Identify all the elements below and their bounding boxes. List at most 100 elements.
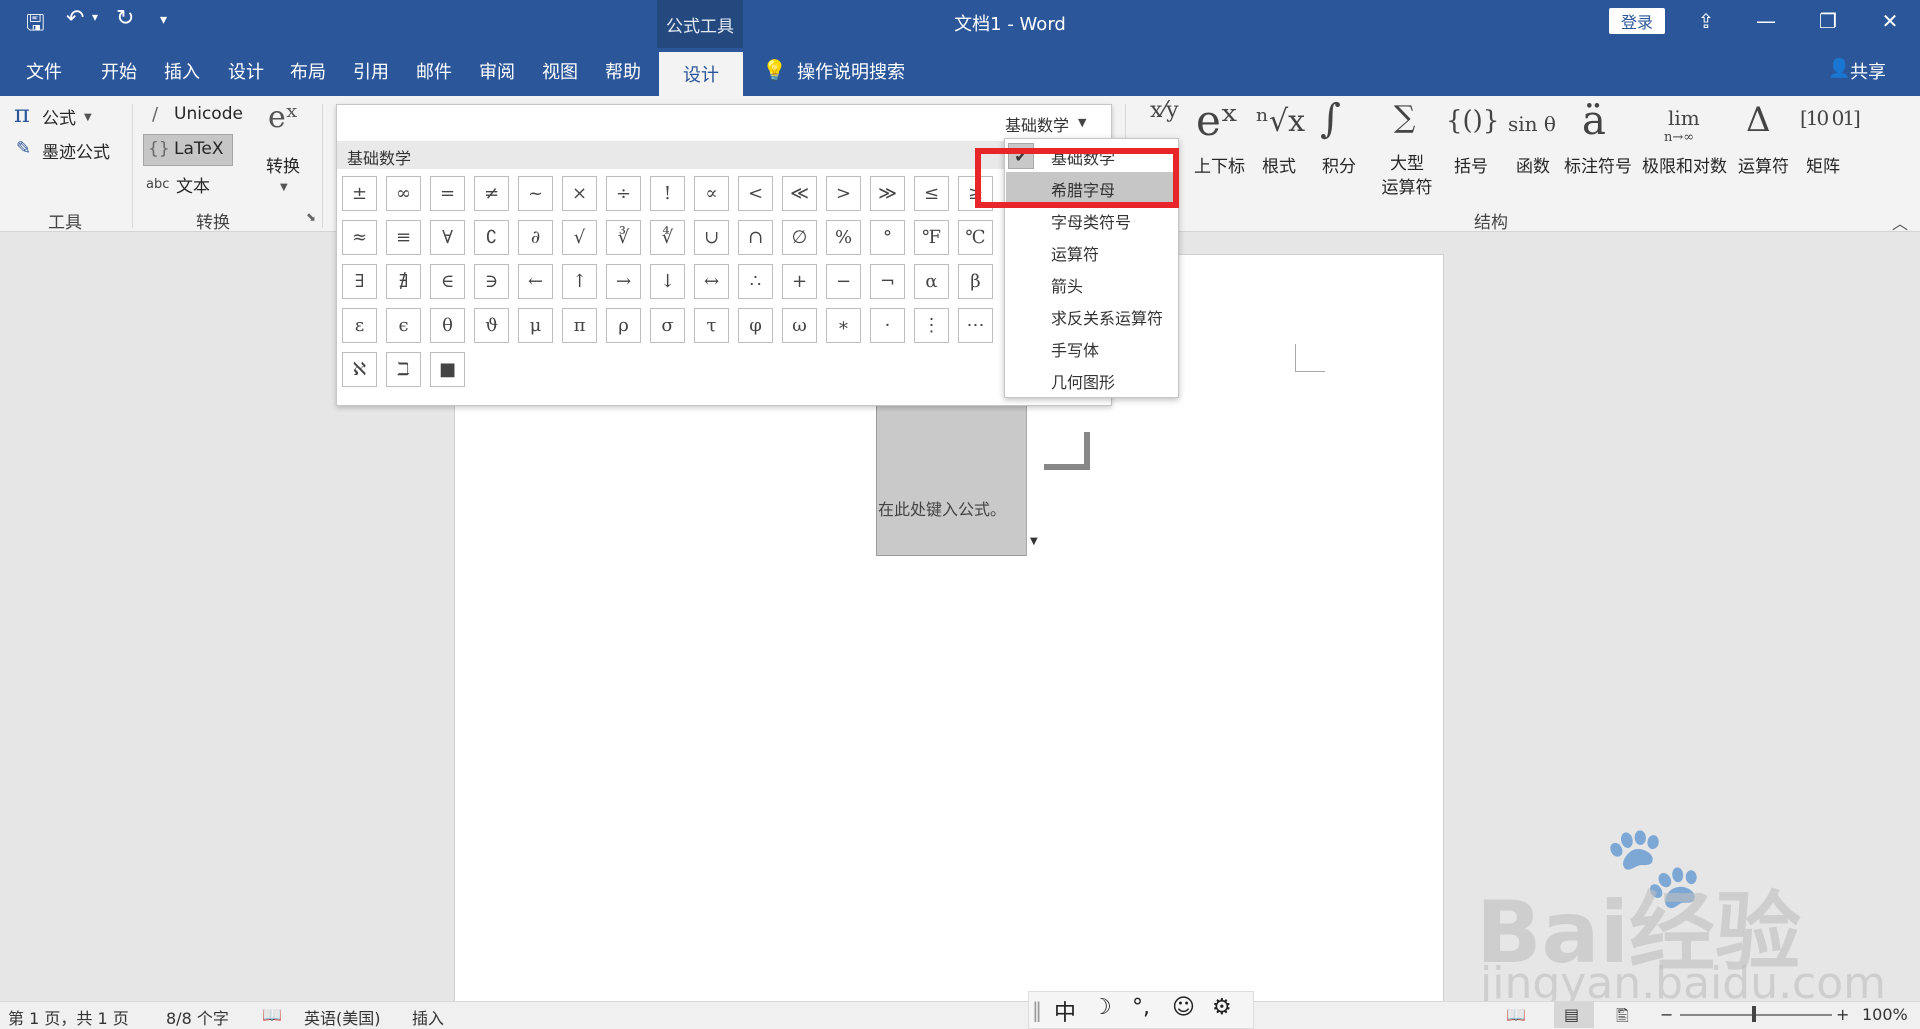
language[interactable]: 英语(美国) <box>304 1005 381 1029</box>
symbol-button[interactable]: ! <box>650 176 685 211</box>
symbol-button[interactable]: ϑ <box>474 308 509 343</box>
function-button[interactable]: 函数 <box>1516 152 1550 177</box>
symbol-button[interactable]: ω <box>782 308 817 343</box>
symbol-button[interactable]: ∝ <box>694 176 729 211</box>
script-icon[interactable]: eˣ <box>1196 96 1239 145</box>
symbol-button[interactable]: ∞ <box>386 176 421 211</box>
print-layout-icon[interactable]: ▤ <box>1564 1005 1579 1024</box>
undo-icon[interactable]: ↶ <box>66 6 84 31</box>
chevron-down-icon[interactable]: ▼ <box>1078 116 1086 129</box>
close-icon[interactable]: ✕ <box>1870 6 1910 36</box>
undo-dropdown-icon[interactable]: ▾ <box>92 10 98 24</box>
login-button[interactable]: 登录 <box>1609 8 1665 34</box>
symbol-button[interactable]: ℉ <box>914 220 949 255</box>
symbol-button[interactable]: ∅ <box>782 220 817 255</box>
symbol-button[interactable]: ∄ <box>386 264 421 299</box>
symbol-button[interactable]: √ <box>562 220 597 255</box>
bracket-button[interactable]: 括号 <box>1454 152 1488 177</box>
latex-button[interactable]: {} LaTeX <box>143 134 233 166</box>
gear-icon[interactable]: ⚙ <box>1212 995 1232 1020</box>
symbol-button[interactable]: ∈ <box>430 264 465 299</box>
tab-review[interactable]: 审阅 <box>479 58 515 84</box>
customize-icon[interactable]: ▾ <box>160 12 167 28</box>
dropdown-item-negated-relations[interactable]: 求反关系运算符 <box>1051 305 1163 329</box>
dropdown-item-geometry[interactable]: 几何图形 <box>1051 369 1115 393</box>
dialog-launcher-icon[interactable]: ⬊ <box>306 210 316 224</box>
word-count[interactable]: 8/8 个字 <box>166 1005 229 1029</box>
symbol-button[interactable]: ∁ <box>474 220 509 255</box>
minimize-icon[interactable]: — <box>1746 6 1786 36</box>
read-mode-icon[interactable]: 📖 <box>1506 1005 1526 1024</box>
dropdown-item-letter-like-symbols[interactable]: 字母类符号 <box>1051 209 1131 233</box>
symbol-button[interactable]: ~ <box>518 176 553 211</box>
symbol-button[interactable]: ± <box>342 176 377 211</box>
integral-icon[interactable]: ∫ <box>1320 96 1341 142</box>
symbol-button[interactable]: ∗ <box>826 308 861 343</box>
tab-design[interactable]: 设计 <box>228 58 264 84</box>
symbol-button[interactable]: = <box>430 176 465 211</box>
convert-icon[interactable]: eˣ <box>268 100 298 135</box>
symbol-button[interactable]: ℶ <box>386 352 421 387</box>
unicode-button[interactable]: Unicode <box>174 104 243 124</box>
tab-mailings[interactable]: 邮件 <box>416 58 452 84</box>
tab-file[interactable]: 文件 <box>26 58 62 84</box>
symbol-button[interactable]: > <box>826 176 861 211</box>
dropdown-item-operators[interactable]: 运算符 <box>1051 241 1099 265</box>
symbol-button[interactable]: ≫ <box>870 176 905 211</box>
symbol-button[interactable]: σ <box>650 308 685 343</box>
zoom-slider[interactable] <box>1680 1014 1832 1016</box>
symbol-button[interactable]: % <box>826 220 861 255</box>
integral-button[interactable]: 积分 <box>1322 152 1356 177</box>
symbol-button[interactable]: − <box>826 264 861 299</box>
punctuation-icon[interactable]: °, <box>1132 995 1150 1020</box>
bracket-icon[interactable]: {()} <box>1446 106 1499 136</box>
limit-log-button[interactable]: 极限和对数 <box>1642 152 1727 177</box>
proofing-icon[interactable]: 📖 <box>262 1005 282 1024</box>
dropdown-item-scripts[interactable]: 手写体 <box>1051 337 1099 361</box>
symbol-button[interactable]: ÷ <box>606 176 641 211</box>
symbol-button[interactable]: ∃ <box>342 264 377 299</box>
tab-layout[interactable]: 布局 <box>290 58 326 84</box>
symbol-button[interactable]: ∀ <box>430 220 465 255</box>
symbol-button[interactable]: ↑ <box>562 264 597 299</box>
equation-placeholder[interactable]: 在此处键入公式。 <box>878 496 1028 520</box>
symbol-button[interactable]: × <box>562 176 597 211</box>
symbol-button[interactable]: τ <box>694 308 729 343</box>
save-icon[interactable]: 🖫 <box>26 6 45 44</box>
symbol-button[interactable]: ∛ <box>606 220 641 255</box>
matrix-icon[interactable]: [10 01] <box>1800 106 1861 130</box>
symbol-button[interactable]: ≈ <box>342 220 377 255</box>
symbol-button[interactable]: ∪ <box>694 220 729 255</box>
symbol-button[interactable]: ↓ <box>650 264 685 299</box>
tab-view[interactable]: 视图 <box>542 58 578 84</box>
restore-icon[interactable]: ❐ <box>1808 6 1848 36</box>
convert-button[interactable]: 转换 <box>266 152 300 177</box>
symbol-button[interactable]: → <box>606 264 641 299</box>
ime-chinese-mode[interactable]: 中 <box>1054 995 1076 1027</box>
moon-icon[interactable]: ☽ <box>1092 995 1112 1020</box>
symbol-button[interactable]: ∩ <box>738 220 773 255</box>
symbol-button[interactable]: ∋ <box>474 264 509 299</box>
large-operator-icon[interactable]: ∑ <box>1394 100 1415 135</box>
symbol-button[interactable]: ℵ <box>342 352 377 387</box>
fraction-icon[interactable]: x⁄y <box>1150 98 1179 123</box>
symbol-button[interactable]: ≤ <box>914 176 949 211</box>
symbol-button[interactable]: < <box>738 176 773 211</box>
share-button[interactable]: 共享 <box>1850 58 1886 84</box>
symbol-button[interactable]: ¬ <box>870 264 905 299</box>
tab-insert[interactable]: 插入 <box>164 58 200 84</box>
symbol-button[interactable]: ↔ <box>694 264 729 299</box>
text-button[interactable]: 文本 <box>176 172 210 197</box>
symbol-button[interactable]: + <box>782 264 817 299</box>
symbol-button[interactable]: α <box>914 264 949 299</box>
symbol-button[interactable]: ≡ <box>386 220 421 255</box>
tab-references[interactable]: 引用 <box>353 58 389 84</box>
tab-equation-design[interactable]: 设计 <box>659 52 743 96</box>
symbol-button[interactable]: ρ <box>606 308 641 343</box>
symbol-button[interactable]: ∜ <box>650 220 685 255</box>
accent-button[interactable]: 标注符号 <box>1564 152 1632 177</box>
page-count[interactable]: 第 1 页，共 1 页 <box>8 1005 129 1029</box>
matrix-button[interactable]: 矩阵 <box>1806 152 1840 177</box>
equation-box[interactable] <box>876 398 1044 556</box>
ribbon-display-icon[interactable]: ⇪ <box>1686 6 1726 36</box>
